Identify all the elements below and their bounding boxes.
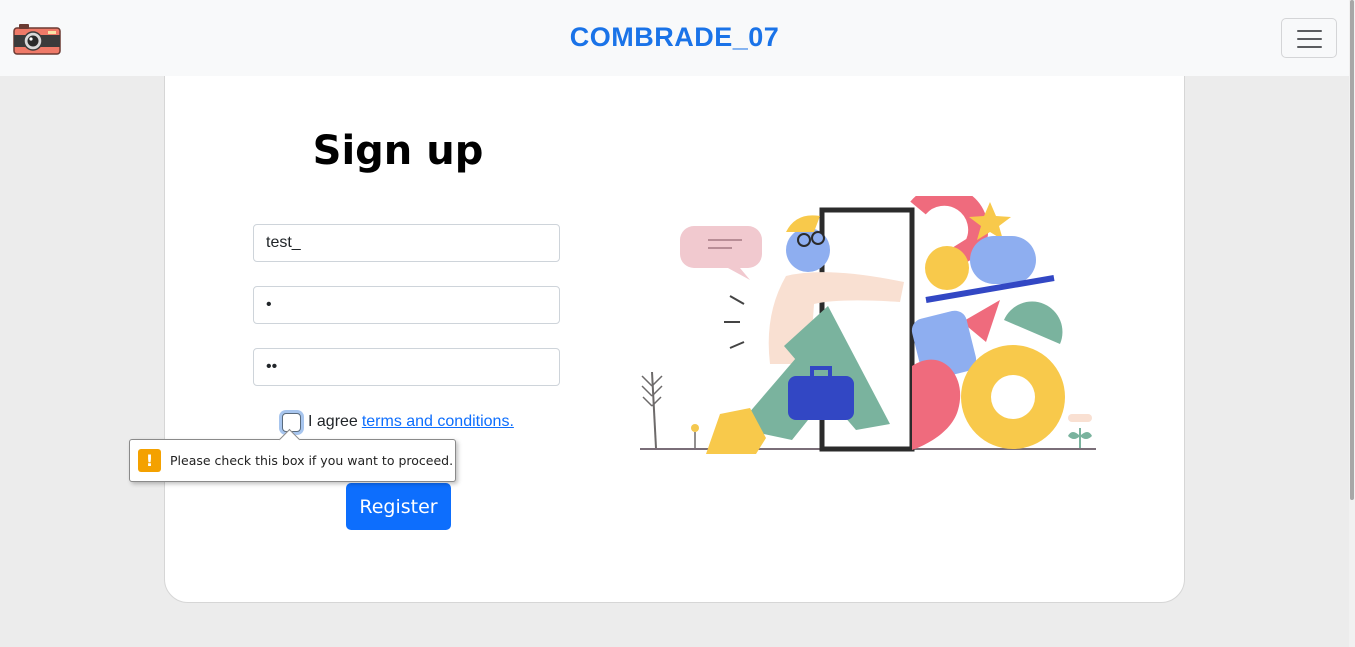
navbar: COMBRADE_07 [0, 0, 1349, 76]
terms-link[interactable]: terms and conditions. [362, 413, 514, 431]
terms-checkbox[interactable] [282, 412, 301, 432]
warning-icon: ! [138, 449, 161, 472]
agree-label: I agree [308, 413, 358, 430]
signup-illustration [640, 196, 1096, 454]
validation-message: Please check this box if you want to pro… [170, 453, 454, 468]
menu-toggle-button[interactable] [1281, 18, 1337, 58]
brand-title[interactable]: COMBRADE_07 [0, 22, 1349, 53]
validation-tooltip: ! Please check this box if you want to p… [129, 439, 456, 482]
confirm-password-input[interactable] [253, 348, 560, 386]
scrollbar-thumb[interactable] [1350, 0, 1354, 500]
password-input[interactable] [253, 286, 560, 324]
page-title: Sign up [312, 128, 484, 174]
register-button[interactable]: Register [346, 483, 451, 530]
briefcase-icon [788, 376, 854, 420]
username-input[interactable] [253, 224, 560, 262]
page-scrollbar[interactable] [1349, 0, 1355, 647]
terms-agreement: I agree terms and conditions. [282, 411, 514, 433]
hamburger-menu-icon [1297, 30, 1322, 32]
speech-bubble-icon [680, 226, 762, 280]
